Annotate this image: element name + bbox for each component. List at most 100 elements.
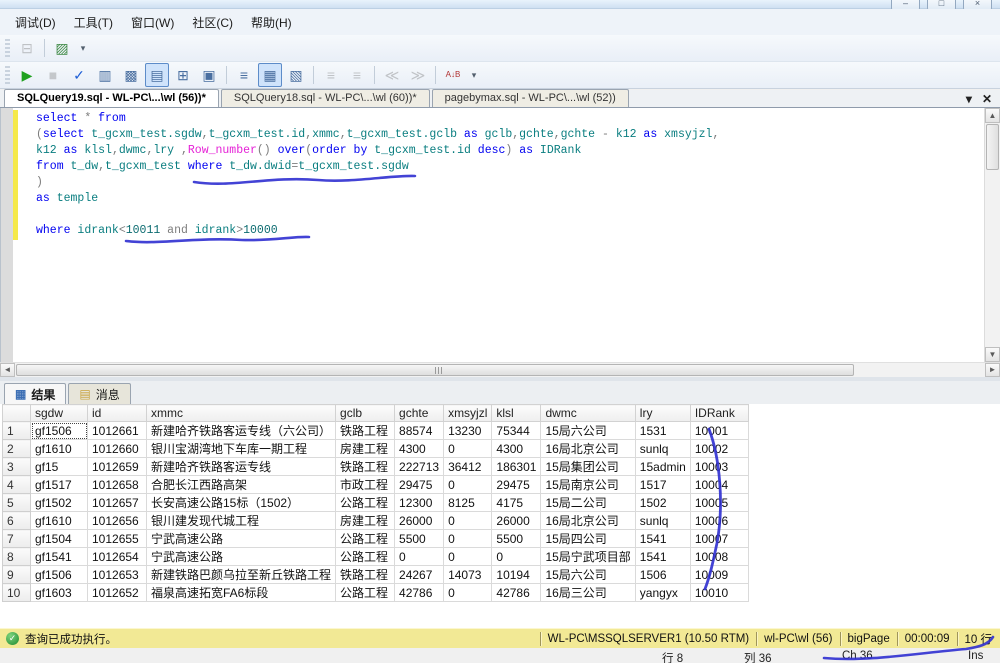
grid-cell[interactable]: 42786 — [492, 584, 541, 602]
grid-cell[interactable]: 10004 — [690, 476, 748, 494]
grid-cell[interactable]: 0 — [395, 548, 444, 566]
grid-cell[interactable]: 铁路工程 — [336, 566, 395, 584]
grid-cell[interactable]: 186301 — [492, 458, 541, 476]
grid-cell[interactable]: 15局宁武项目部 — [541, 548, 635, 566]
tuning-advisor-button[interactable]: ▥ — [93, 63, 117, 87]
grid-cell[interactable]: gf15 — [31, 458, 88, 476]
column-header-lry[interactable]: lry — [635, 405, 690, 422]
grid-cell[interactable]: 5500 — [395, 530, 444, 548]
tab-sqlquery18[interactable]: SQLQuery18.sql - WL-PC\...\wl (60))* — [221, 89, 430, 107]
grid-cell[interactable]: 1502 — [635, 494, 690, 512]
grid-cell[interactable]: 10002 — [690, 440, 748, 458]
scroll-down-icon[interactable]: ▼ — [985, 347, 1000, 362]
grid-cell[interactable]: 1012654 — [88, 548, 147, 566]
grid-cell[interactable]: gf1517 — [31, 476, 88, 494]
menu-debug[interactable]: 调试(D) — [6, 11, 65, 34]
column-header-xmmc[interactable]: xmmc — [147, 405, 336, 422]
grid-cell[interactable]: 0 — [444, 548, 492, 566]
grid-cell[interactable]: 0 — [444, 440, 492, 458]
grid-cell[interactable]: 26000 — [395, 512, 444, 530]
row-header[interactable]: 6 — [3, 512, 31, 530]
grid-cell[interactable]: 16局北京公司 — [541, 440, 635, 458]
grid-cell[interactable]: 市政工程 — [336, 476, 395, 494]
grid-cell[interactable]: 15局二公司 — [541, 494, 635, 512]
row-header[interactable]: 4 — [3, 476, 31, 494]
grid-cell[interactable]: 15局四公司 — [541, 530, 635, 548]
grid-cell[interactable]: 1012658 — [88, 476, 147, 494]
sort-button[interactable]: A↓B — [441, 63, 465, 87]
grid-cell[interactable]: 铁路工程 — [336, 458, 395, 476]
grid-cell[interactable]: sunlq — [635, 440, 690, 458]
menu-help[interactable]: 帮助(H) — [242, 11, 301, 34]
grid-cell[interactable]: 10005 — [690, 494, 748, 512]
grid-cell[interactable]: sunlq — [635, 512, 690, 530]
editor-vertical-scrollbar[interactable]: ▲ ▼ — [984, 108, 1000, 362]
results-to-text-button[interactable]: ≡ — [232, 63, 256, 87]
grid-cell[interactable]: 公路工程 — [336, 584, 395, 602]
grid-cell[interactable]: 长安高速公路15标（1502） — [147, 494, 336, 512]
horizontal-scroll-thumb[interactable] — [16, 364, 854, 376]
results-to-grid-button[interactable]: ▦ — [258, 63, 282, 87]
grid-cell[interactable]: 新建哈齐铁路客运专线（六公司） — [147, 422, 336, 440]
row-header[interactable]: 8 — [3, 548, 31, 566]
grid-cell[interactable]: 24267 — [395, 566, 444, 584]
toolbar-overflow-button[interactable]: ▾ — [467, 63, 481, 87]
grid-cell[interactable]: 1012659 — [88, 458, 147, 476]
grid-cell[interactable]: 1541 — [635, 548, 690, 566]
grid-cell[interactable]: 1012661 — [88, 422, 147, 440]
grid-cell[interactable]: 15局六公司 — [541, 422, 635, 440]
grid-cell[interactable]: gf1610 — [31, 440, 88, 458]
row-header[interactable]: 3 — [3, 458, 31, 476]
grid-cell[interactable]: 14073 — [444, 566, 492, 584]
menu-community[interactable]: 社区(C) — [183, 11, 242, 34]
grid-cell[interactable]: 4300 — [395, 440, 444, 458]
menu-window[interactable]: 窗口(W) — [122, 11, 183, 34]
show-results-pane-button[interactable]: ▤ — [145, 63, 169, 87]
grid-cell[interactable]: 房建工程 — [336, 512, 395, 530]
grid-cell[interactable]: 1012660 — [88, 440, 147, 458]
row-header[interactable]: 2 — [3, 440, 31, 458]
column-header-idrank[interactable]: IDRank — [690, 405, 748, 422]
grid-cell[interactable]: 1531 — [635, 422, 690, 440]
grid-cell[interactable]: 银川建发现代城工程 — [147, 512, 336, 530]
tab-results[interactable]: ▦ 结果 — [4, 383, 66, 404]
row-header[interactable]: 5 — [3, 494, 31, 512]
grid-cell[interactable]: 29475 — [395, 476, 444, 494]
change-connection-button[interactable]: ▣ — [197, 63, 221, 87]
grid-cell[interactable]: 公路工程 — [336, 530, 395, 548]
execute-button[interactable]: ▶ — [15, 63, 39, 87]
grid-cell[interactable]: 15局南京公司 — [541, 476, 635, 494]
grid-cell[interactable]: 公路工程 — [336, 494, 395, 512]
grid-cell[interactable]: 42786 — [395, 584, 444, 602]
grid-cell[interactable]: 12300 — [395, 494, 444, 512]
grid-cell[interactable]: gf1541 — [31, 548, 88, 566]
grid-cell[interactable]: 10007 — [690, 530, 748, 548]
tab-close-icon[interactable]: ✕ — [982, 92, 992, 106]
grid-cell[interactable]: 合肥长江西路高架 — [147, 476, 336, 494]
editor-horizontal-scrollbar[interactable]: ◄ ► — [0, 362, 1000, 377]
grid-cell[interactable]: 0 — [444, 530, 492, 548]
query-designer-button[interactable]: ▩ — [119, 63, 143, 87]
grid-cell[interactable]: gf1603 — [31, 584, 88, 602]
grid-cell[interactable]: 10194 — [492, 566, 541, 584]
grid-cell[interactable]: 0 — [444, 512, 492, 530]
grid-cell[interactable]: 13230 — [444, 422, 492, 440]
grid-cell[interactable]: 1012657 — [88, 494, 147, 512]
grid-cell[interactable]: 36412 — [444, 458, 492, 476]
toolbar-overflow-button[interactable]: ▾ — [76, 36, 90, 60]
grid-cell[interactable]: 88574 — [395, 422, 444, 440]
toolbar-grip[interactable] — [5, 39, 10, 57]
grid-cell[interactable]: 1012653 — [88, 566, 147, 584]
grid-cell[interactable]: 222713 — [395, 458, 444, 476]
grid-cell[interactable]: 75344 — [492, 422, 541, 440]
grid-cell[interactable]: 福泉高速拓宽FA6标段 — [147, 584, 336, 602]
vertical-scroll-thumb[interactable] — [986, 124, 999, 170]
grid-cell[interactable]: yangyx — [635, 584, 690, 602]
scroll-right-icon[interactable]: ► — [985, 363, 1000, 377]
column-header-gclb[interactable]: gclb — [336, 405, 395, 422]
row-header[interactable]: 10 — [3, 584, 31, 602]
grid-cell[interactable]: 1012652 — [88, 584, 147, 602]
grid-cell[interactable]: 0 — [492, 548, 541, 566]
grid-cell[interactable]: 公路工程 — [336, 548, 395, 566]
tab-pagebymax[interactable]: pagebymax.sql - WL-PC\...\wl (52)) — [432, 89, 629, 107]
